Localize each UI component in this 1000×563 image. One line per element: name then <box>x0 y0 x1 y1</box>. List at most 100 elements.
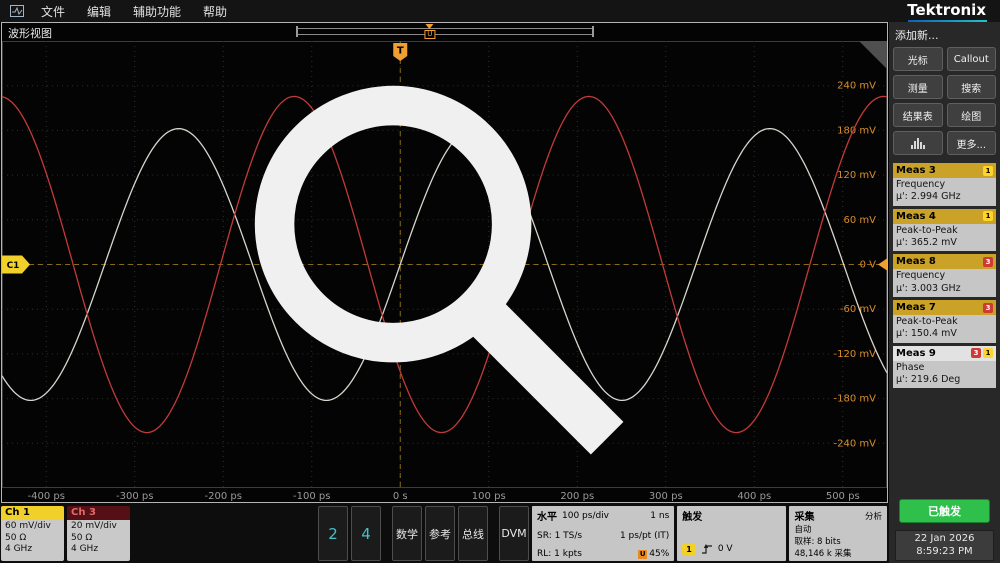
trigger-panel[interactable]: 触发 1 0 V <box>677 506 786 561</box>
meas-4-title: Meas 4 <box>896 211 936 222</box>
bus-button[interactable]: 总线 <box>458 506 488 561</box>
horizontal-sample-rate: SR: 1 TS/s <box>537 531 582 541</box>
math-button[interactable]: 数学 <box>392 506 422 561</box>
triggered-status-button[interactable]: 已触发 <box>899 499 990 523</box>
magnifier-icon <box>0 43 885 504</box>
histogram-button[interactable] <box>893 131 943 155</box>
sidebar: 添加新... 光标 Callout 测量 搜索 结果表 绘图 <box>889 22 1000 563</box>
bottombar: Ch 1 60 mV/div 50 Ω 4 GHz Ch 3 20 mV/div… <box>0 503 889 563</box>
ch3-impedance: 50 Ω <box>71 533 126 545</box>
trigger-title: 触发 <box>682 508 702 523</box>
meas-9-source-badge-2: 1 <box>983 348 993 358</box>
callout-button[interactable]: Callout <box>947 47 997 71</box>
horizontal-record-length: RL: 1 kpts <box>537 549 582 559</box>
channel-badge-ch3[interactable]: Ch 3 20 mV/div 50 Ω 4 GHz <box>67 506 130 561</box>
meas-badge-7[interactable]: Meas 7 3 Peak-to-Peak μ': 150.4 mV <box>893 300 996 343</box>
record-view-bar[interactable]: U <box>297 28 593 35</box>
ch1-impedance: 50 Ω <box>5 533 60 545</box>
horizontal-title: 水平 <box>537 508 557 523</box>
sidebar-spacer <box>893 392 996 495</box>
horizontal-position-marker-icon: U <box>638 550 647 559</box>
app-window-icon <box>10 5 26 18</box>
acquisition-sample: 取样: 8 bits <box>794 535 840 547</box>
horizontal-panel[interactable]: 水平 100 ps/div 1 ns SR: 1 TS/s 1 ps/pt (I… <box>532 506 674 561</box>
meas-9-title: Meas 9 <box>896 348 936 359</box>
meas-4-type: Peak-to-Peak <box>896 225 993 237</box>
acquisition-analysis: 分析 <box>865 510 882 522</box>
measure-button[interactable]: 测量 <box>893 75 943 99</box>
meas-4-source-badge: 1 <box>983 211 993 221</box>
channel-badge-ch1-body: 60 mV/div 50 Ω 4 GHz <box>1 520 64 561</box>
meas-7-value: μ': 150.4 mV <box>896 328 993 340</box>
more-button[interactable]: 更多... <box>947 131 997 155</box>
channel-function-buttons: 2 4 数学 参考 总线 DVM <box>318 506 529 561</box>
meas-badge-8[interactable]: Meas 8 3 Frequency μ': 3.003 GHz <box>893 254 996 297</box>
waveview-title: 波形视图 <box>8 25 52 41</box>
meas-8-type: Frequency <box>896 270 993 282</box>
channel-badge-ch1-title: Ch 1 <box>1 506 64 520</box>
channel-badge-ch1[interactable]: Ch 1 60 mV/div 50 Ω 4 GHz <box>1 506 64 561</box>
meas-7-type: Peak-to-Peak <box>896 316 993 328</box>
meas-3-title: Meas 3 <box>896 165 936 176</box>
datetime-display: 22 Jan 2026 8:59:23 PM <box>895 530 994 561</box>
meas-9-type: Phase <box>896 362 993 374</box>
waveview-header: 波形视图 U <box>2 23 887 41</box>
acquisition-title: 采集 <box>794 508 814 523</box>
meas-badge-4[interactable]: Meas 4 1 Peak-to-Peak μ': 365.2 mV <box>893 209 996 252</box>
horizontal-scale: 100 ps/div <box>562 511 609 521</box>
menu-file[interactable]: 文件 <box>30 3 76 20</box>
meas-8-source-badge: 3 <box>983 257 993 267</box>
channel-4-button[interactable]: 4 <box>351 506 381 561</box>
time-text: 8:59:23 PM <box>898 546 991 559</box>
tektronix-logo-text: Tektronix <box>907 1 986 19</box>
cursor-button[interactable]: 光标 <box>893 47 943 71</box>
meas-badge-3[interactable]: Meas 3 1 Frequency μ': 2.994 GHz <box>893 163 996 206</box>
meas-3-body: Frequency μ': 2.994 GHz <box>893 178 996 206</box>
measurement-list: Meas 3 1 Frequency μ': 2.994 GHz Meas 4 … <box>893 163 996 388</box>
plot-button[interactable]: 绘图 <box>947 103 997 127</box>
meas-7-source-badge: 3 <box>983 303 993 313</box>
acquisition-mode: 自动 <box>794 523 811 535</box>
results-table-button[interactable]: 结果表 <box>893 103 943 127</box>
meas-4-value: μ': 365.2 mV <box>896 237 993 249</box>
pan-position-marker[interactable]: U <box>424 24 435 39</box>
dvm-button[interactable]: DVM <box>499 506 529 561</box>
meas-3-source-badge: 1 <box>983 166 993 176</box>
meas-8-body: Frequency μ': 3.003 GHz <box>893 269 996 297</box>
trigger-level: 0 V <box>718 544 733 554</box>
meas-7-title: Meas 7 <box>896 302 936 313</box>
pan-marker-label: U <box>424 30 435 39</box>
meas-9-body: Phase μ': 219.6 Deg <box>893 361 996 389</box>
acquisition-count: 48,146 k 采集 <box>794 547 851 559</box>
ch3-scale: 20 mV/div <box>71 521 126 533</box>
add-new-header: 添加新... <box>893 25 996 43</box>
search-button[interactable]: 搜索 <box>947 75 997 99</box>
waveform-view: 波形视图 U 240 mV180 mV120 mV60 mV0 V-60 mV-… <box>1 22 888 503</box>
meas-8-value: μ': 3.003 GHz <box>896 283 993 295</box>
sidebar-buttons: 光标 Callout 测量 搜索 结果表 绘图 更多... <box>893 47 996 155</box>
menu-help[interactable]: 帮助 <box>192 3 238 20</box>
horizontal-resolution: 1 ps/pt (IT) <box>620 531 669 541</box>
ch1-bandwidth: 4 GHz <box>5 544 60 556</box>
menubar: 文件 编辑 辅助功能 帮助 Tektronix <box>0 0 1000 22</box>
meas-4-body: Peak-to-Peak μ': 365.2 mV <box>893 224 996 252</box>
tektronix-logo-underline <box>908 20 987 22</box>
ch3-bandwidth: 4 GHz <box>71 544 126 556</box>
meas-badge-9[interactable]: Meas 9 3 1 Phase μ': 219.6 Deg <box>893 346 996 389</box>
channel-badge-ch3-body: 20 mV/div 50 Ω 4 GHz <box>67 520 130 561</box>
meas-7-body: Peak-to-Peak μ': 150.4 mV <box>893 315 996 343</box>
acquisition-panel[interactable]: 采集 分析 自动 取样: 8 bits 48,146 k 采集 <box>789 506 887 561</box>
graticule[interactable]: 240 mV180 mV120 mV60 mV0 V-60 mV-120 mV-… <box>2 41 887 502</box>
ref-button[interactable]: 参考 <box>425 506 455 561</box>
meas-9-value: μ': 219.6 Deg <box>896 374 993 386</box>
menu-utility[interactable]: 辅助功能 <box>122 3 192 20</box>
channel-2-button[interactable]: 2 <box>318 506 348 561</box>
trigger-source-chip: 1 <box>682 544 696 555</box>
horizontal-window: 1 ns <box>650 511 669 521</box>
tektronix-logo: Tektronix <box>907 1 990 21</box>
date-text: 22 Jan 2026 <box>898 533 991 546</box>
pan-marker-triangle-icon <box>426 24 434 29</box>
meas-8-title: Meas 8 <box>896 256 936 267</box>
meas-3-type: Frequency <box>896 179 993 191</box>
menu-edit[interactable]: 编辑 <box>76 3 122 20</box>
